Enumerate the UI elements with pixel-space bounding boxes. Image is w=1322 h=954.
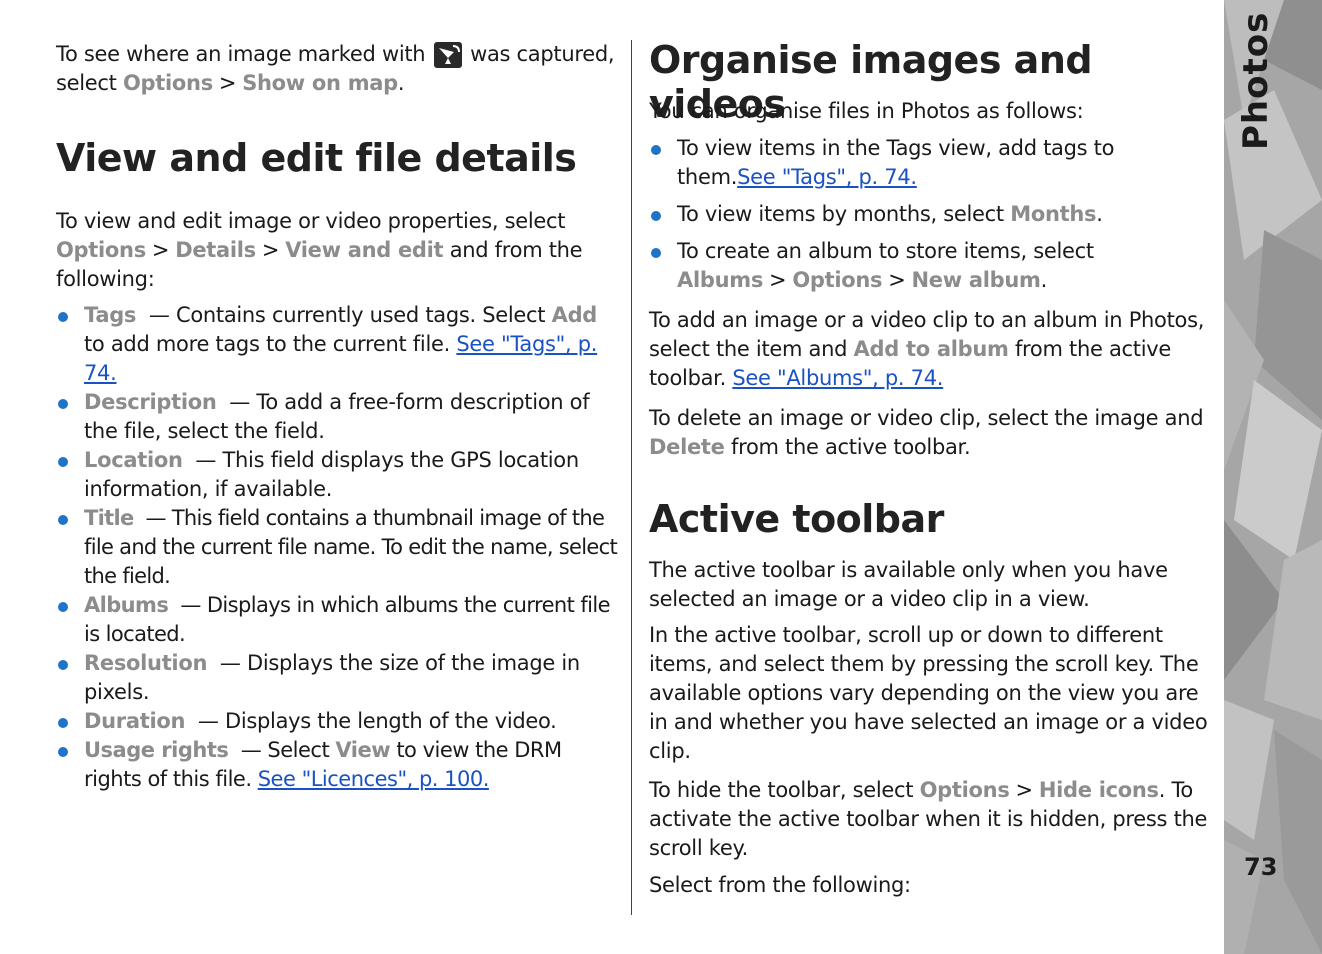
see-albums-link[interactable]: See "Albums", p. 74. [732, 366, 943, 390]
map-intro-paragraph: To see where an image marked with was ca… [56, 42, 615, 95]
list-item-location: Location — This field displays the GPS l… [56, 446, 618, 504]
see-tags-link[interactable]: See "Tags", p. 74. [737, 165, 917, 189]
list-item-albums: To create an album to store items, selec… [649, 237, 1211, 295]
section-title: Photos [1236, 11, 1276, 150]
delete-paragraph: To delete an image or video clip, select… [649, 406, 1204, 459]
add-to-album-paragraph: To add an image or a video clip to an al… [649, 308, 1205, 390]
list-item-months: To view items by months, select Months. [649, 200, 1211, 229]
hide-toolbar-paragraph: To hide the toolbar, select Options > Hide… [649, 778, 1208, 860]
list-item-title: Title — This field contains a thumbnail … [56, 504, 618, 591]
list-item-description: Description — To add a free-form descrip… [56, 388, 618, 446]
details-list: Tags — Contains currently used tags. Sel… [56, 301, 618, 794]
toolbar-availability-paragraph: The active toolbar is available only whe… [649, 558, 1168, 611]
view-and-edit-command: View and edit [285, 238, 444, 262]
gps-satellite-icon [433, 42, 462, 68]
select-following-paragraph: Select from the following: [649, 873, 911, 897]
heading-active-toolbar: Active toolbar [649, 497, 944, 541]
heading-view-edit-details: View and edit file details [56, 136, 577, 180]
options-command: Options [56, 238, 146, 262]
details-intro-paragraph: To view and edit image or video properti… [56, 209, 583, 291]
toolbar-scroll-paragraph: In the active toolbar, scroll up or down… [649, 623, 1208, 763]
list-item-albums: Albums — Displays in which albums the cu… [56, 591, 618, 649]
column-divider [631, 40, 632, 915]
list-item-usage-rights: Usage rights — Select View to view the D… [56, 736, 618, 794]
options-command: Options [123, 71, 213, 95]
show-on-map-command: Show on map [242, 71, 398, 95]
list-item-tags: Tags — Contains currently used tags. Sel… [56, 301, 618, 388]
list-item-tags-view: To view items in the Tags view, add tags… [649, 134, 1211, 192]
details-command: Details [175, 238, 256, 262]
page-number: 73 [1244, 853, 1278, 881]
see-licences-link[interactable]: See "Licences", p. 100. [258, 767, 490, 791]
organise-intro: You can organise files in Photos as foll… [649, 99, 1084, 123]
list-item-duration: Duration — Displays the length of the vi… [56, 707, 618, 736]
list-item-resolution: Resolution — Displays the size of the im… [56, 649, 618, 707]
organise-list: To view items in the Tags view, add tags… [649, 134, 1211, 295]
